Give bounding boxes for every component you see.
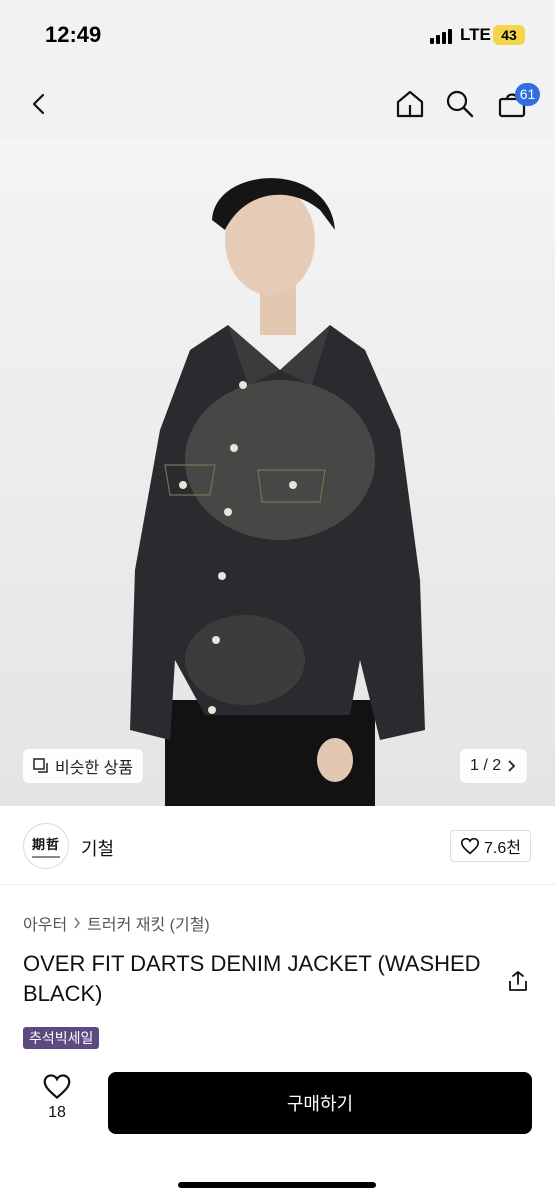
cart-icon[interactable]: 61 [492, 83, 540, 124]
brand-row[interactable]: 期哲 기철 7.6천 [0, 820, 555, 885]
brand-like-button[interactable]: 7.6천 [450, 830, 531, 862]
top-nav: 61 [0, 70, 555, 140]
model-photo [130, 178, 425, 806]
brand-name[interactable]: 기철 [81, 835, 114, 861]
heart-icon [43, 1074, 71, 1100]
chevron-right-icon [508, 760, 516, 772]
breadcrumb-category[interactable]: 아우터 [23, 911, 67, 935]
product-title: OVER FIT DARTS DENIM JACKET (WASHED BLAC… [23, 951, 481, 1006]
signal-icon [430, 28, 456, 44]
chevron-right-icon [74, 917, 81, 929]
network-label: LTE [460, 25, 491, 44]
product-image[interactable]: 비슷한 상품 1 / 2 [0, 140, 555, 806]
home-indicator [178, 1182, 376, 1188]
similar-products-label: 비슷한 상품 [55, 760, 134, 777]
status-time: 12:49 [45, 22, 102, 47]
search-icon[interactable] [440, 84, 480, 124]
breadcrumb-subcategory[interactable]: 트러커 재킷 (기철) [87, 911, 210, 935]
brand-logo-underline [32, 856, 60, 858]
home-icon[interactable] [390, 84, 430, 124]
brand-logo-text: 期哲 [31, 838, 60, 853]
breadcrumb: 아우터 트러커 재킷 (기철) [23, 911, 210, 935]
page-indicator: 1 / 2 [470, 757, 502, 774]
buy-button[interactable]: 구매하기 [108, 1072, 532, 1134]
similar-products-button[interactable]: 비슷한 상품 [23, 749, 144, 783]
brand-logo[interactable]: 期哲 [23, 823, 69, 869]
brand-like-count: 7.6천 [484, 840, 521, 857]
share-icon[interactable] [505, 968, 531, 994]
back-icon[interactable] [20, 84, 60, 124]
heart-icon [461, 837, 480, 855]
wishlist-button[interactable]: 18 [32, 1073, 82, 1122]
copy-icon [33, 758, 48, 773]
sale-badge: 추석빅세일 [23, 1027, 100, 1049]
battery-icon: 43 [493, 25, 525, 45]
image-pager[interactable]: 1 / 2 [460, 749, 528, 783]
status-bar: 12:49 LTE 43 [0, 0, 555, 70]
wishlist-count: 18 [48, 1104, 66, 1121]
cart-count-badge: 61 [515, 83, 540, 106]
